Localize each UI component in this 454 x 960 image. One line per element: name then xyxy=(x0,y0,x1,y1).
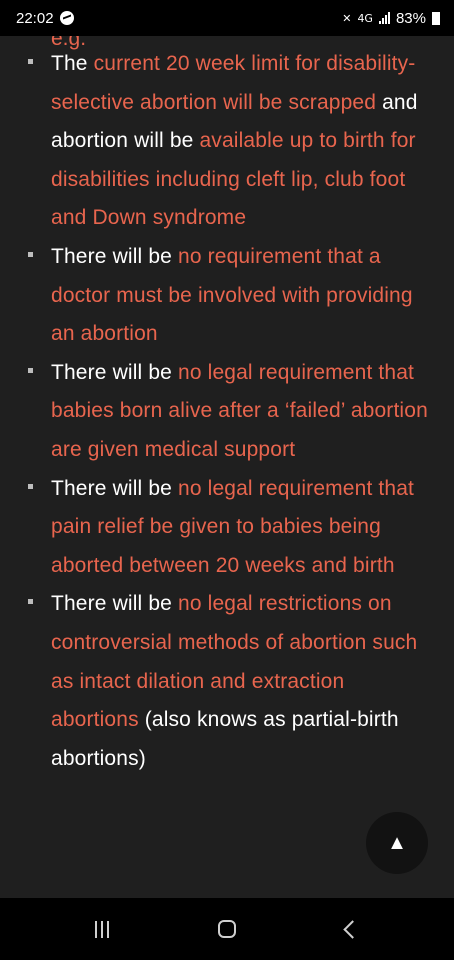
status-left: 22:02 xyxy=(16,10,74,27)
bullet-marker-icon xyxy=(28,251,33,257)
bullet-item: There will be no requirement that a doct… xyxy=(0,238,454,354)
body-text: There will be xyxy=(51,592,178,616)
body-text: There will be xyxy=(51,360,178,384)
mute-icon: ✕ xyxy=(342,11,352,25)
bullet-item: There will be no legal requirement that … xyxy=(0,470,454,586)
bullet-marker-icon xyxy=(28,599,33,605)
status-bar: 22:02 ✕ 4G 83% xyxy=(0,0,454,36)
article-content: e.g. The current 20 week limit for disab… xyxy=(0,36,454,898)
bullet-marker-icon xyxy=(28,59,33,64)
clock: 22:02 xyxy=(16,9,54,27)
bullet-item: There will be no legal requirement that … xyxy=(0,354,454,470)
body-text: There will be xyxy=(51,244,178,268)
navigation-bar xyxy=(0,898,454,960)
body-text: The xyxy=(51,52,94,75)
battery-icon xyxy=(432,11,440,25)
recent-apps-icon[interactable] xyxy=(94,920,109,938)
bullet-item: There will be no legal restrictions on c… xyxy=(0,585,454,778)
bullet-list: The current 20 week limit for disability… xyxy=(0,45,454,778)
status-right: ✕ 4G 83% xyxy=(342,10,440,27)
highlighted-text: current 20 week limit for disability-sel… xyxy=(51,52,416,114)
messenger-notification-icon xyxy=(59,11,74,25)
battery-percent: 83% xyxy=(395,9,426,27)
network-type: 4G xyxy=(357,11,373,25)
back-icon[interactable] xyxy=(343,919,362,939)
body-text: There will be xyxy=(51,476,178,500)
home-icon[interactable] xyxy=(218,920,237,938)
bullet-marker-icon xyxy=(28,367,33,373)
bullet-marker-icon xyxy=(28,483,33,489)
signal-icon xyxy=(378,12,390,24)
bullet-item: The current 20 week limit for disability… xyxy=(0,45,454,238)
up-arrow-icon: ▲ xyxy=(387,831,407,854)
scroll-to-top-button[interactable]: ▲ xyxy=(366,812,428,874)
